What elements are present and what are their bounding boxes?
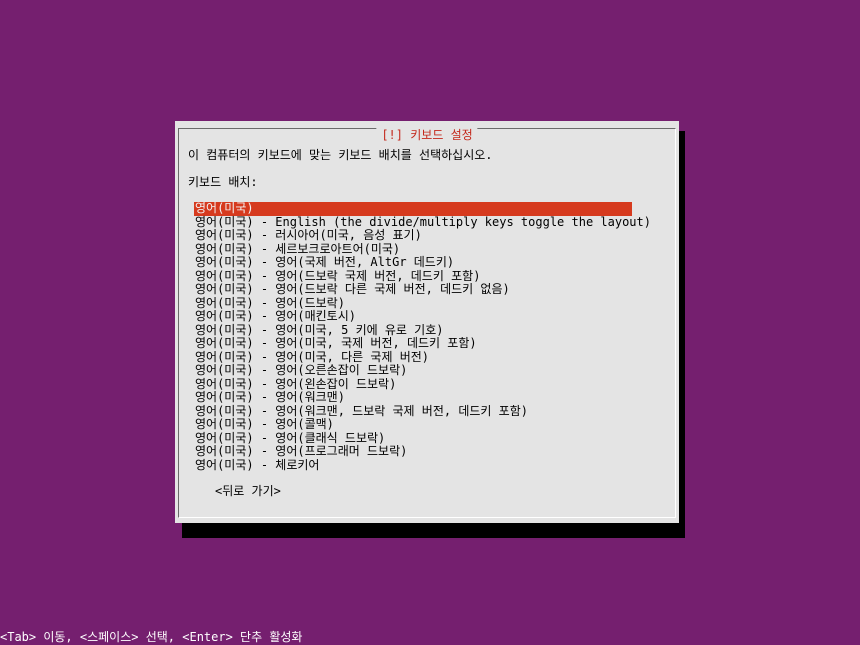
layout-option[interactable]: 영어(미국) - 세르보크로아트어(미국) bbox=[194, 242, 652, 257]
layout-option[interactable]: 영어(미국) - 영어(오른손잡이 드보락) bbox=[194, 363, 652, 378]
layout-option[interactable]: 영어(미국) - 영어(미국, 5 키에 유로 기호) bbox=[194, 323, 652, 338]
dialog-prompt: 이 컴퓨터의 키보드에 맞는 키보드 배치를 선택하십시오. bbox=[188, 148, 493, 162]
layout-option[interactable]: 영어(미국) - 체로키어 bbox=[194, 458, 652, 473]
layout-option[interactable]: 영어(미국) - 영어(워크맨) bbox=[194, 390, 652, 405]
layout-option[interactable]: 영어(미국) - 영어(워크맨, 드보락 국제 버전, 데드키 포함) bbox=[194, 404, 652, 419]
layout-option[interactable]: 영어(미국) - 영어(국제 버전, AltGr 데드키) bbox=[194, 255, 652, 270]
layout-option[interactable]: 영어(미국) - 영어(왼손잡이 드보락) bbox=[194, 377, 652, 392]
layout-option[interactable]: 영어(미국) - 영어(미국, 다른 국제 버전) bbox=[194, 350, 652, 365]
layout-option[interactable]: 영어(미국) - 영어(미국, 국제 버전, 데드키 포함) bbox=[194, 336, 652, 351]
keyboard-layout-list[interactable]: 영어(미국) 영어(미국) - English (the divide/mult… bbox=[194, 201, 652, 473]
layout-option[interactable]: 영어(미국) bbox=[194, 201, 632, 216]
layout-option[interactable]: 영어(미국) - 영어(클래식 드보락) bbox=[194, 431, 652, 446]
layout-option[interactable]: 영어(미국) - 영어(프로그래머 드보락) bbox=[194, 444, 652, 459]
keyboard-layout-label: 키보드 배치: bbox=[188, 175, 258, 189]
layout-option[interactable]: 영어(미국) - English (the divide/multiply ke… bbox=[194, 215, 652, 230]
layout-option[interactable]: 영어(미국) - 영어(매킨토시) bbox=[194, 309, 652, 324]
layout-option[interactable]: 영어(미국) - 영어(드보락 국제 버전, 데드키 포함) bbox=[194, 269, 652, 284]
dialog-title: [!] 키보드 설정 bbox=[376, 128, 478, 142]
keyboard-config-dialog: [!] 키보드 설정 이 컴퓨터의 키보드에 맞는 키보드 배치를 선택하십시오… bbox=[175, 121, 679, 523]
layout-option[interactable]: 영어(미국) - 영어(드보락) bbox=[194, 296, 652, 311]
layout-option[interactable]: 영어(미국) - 영어(드보락 다른 국제 버전, 데드키 없음) bbox=[194, 282, 652, 297]
layout-option[interactable]: 영어(미국) - 러시아어(미국, 음성 표기) bbox=[194, 228, 652, 243]
back-button[interactable]: <뒤로 가기> bbox=[215, 484, 281, 498]
layout-option[interactable]: 영어(미국) - 영어(콜맥) bbox=[194, 417, 652, 432]
status-bar-help: <Tab> 이동, <스페이스> 선택, <Enter> 단추 활성화 bbox=[0, 630, 303, 644]
